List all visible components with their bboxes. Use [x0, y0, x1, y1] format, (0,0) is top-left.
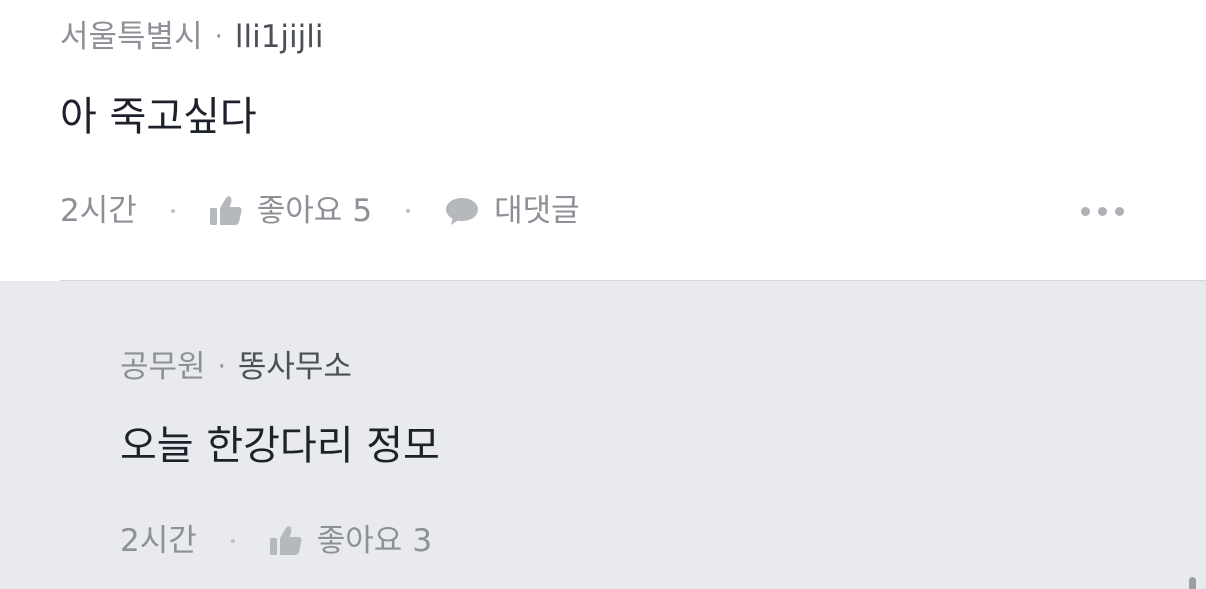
scrollbar[interactable] [1189, 577, 1196, 589]
more-dots-icon [1115, 206, 1124, 216]
like-label: 좋아요 [316, 523, 403, 559]
thumbs-up-icon [269, 525, 317, 557]
reply-actions: 2시간 좋아요 3 [120, 521, 432, 561]
meta-separator: · [214, 22, 223, 52]
like-button[interactable]: 좋아요 3 [269, 521, 432, 561]
comment-time: 2시간 [120, 523, 197, 559]
reply-author-meta: 공무원 · 똥사무소 [120, 347, 352, 387]
author-region: 공무원 [120, 349, 206, 385]
comment-time: 2시간 [60, 193, 137, 229]
author-region: 서울특별시 [60, 19, 203, 55]
reply-button[interactable]: 대댓글 [444, 191, 580, 231]
reply-text: 오늘 한강다리 정모 [120, 423, 440, 469]
comment-text: 아 죽고싶다 [60, 94, 257, 140]
action-separator [406, 209, 411, 213]
meta-separator: · [217, 352, 226, 382]
reply-item: 공무원 · 똥사무소 오늘 한강다리 정모 2시간 좋아요 3 [0, 281, 1206, 589]
author-nickname[interactable]: lli1jijli [235, 17, 324, 57]
author-nickname[interactable]: 똥사무소 [238, 347, 352, 387]
like-count: 5 [352, 193, 373, 229]
speech-bubble-icon [444, 195, 494, 227]
like-label: 좋아요 [256, 193, 343, 229]
like-count: 3 [412, 523, 433, 559]
more-dots-icon [1098, 206, 1107, 216]
action-separator [230, 539, 235, 543]
more-dots-icon [1081, 206, 1090, 216]
reply-label: 대댓글 [494, 193, 580, 229]
comment-author-meta: 서울특별시 · lli1jijli [60, 17, 324, 57]
more-options-button[interactable] [1081, 203, 1124, 219]
like-button[interactable]: 좋아요 5 [209, 191, 372, 231]
action-separator [170, 209, 175, 213]
comment-actions: 2시간 좋아요 5 대댓글 [60, 191, 580, 231]
comment-item: 서울특별시 · lli1jijli 아 죽고싶다 2시간 좋아요 5 대댓글 [0, 0, 1206, 280]
thumbs-up-icon [209, 195, 257, 227]
